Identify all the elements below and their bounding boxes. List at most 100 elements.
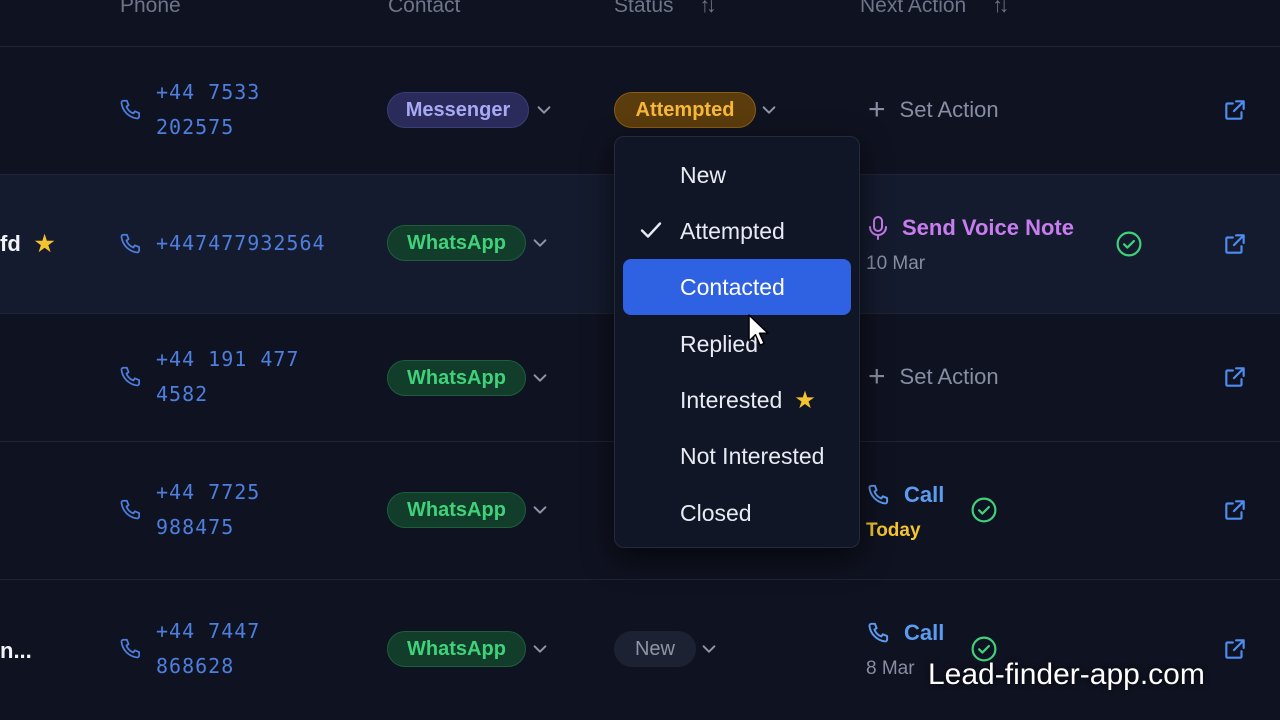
phone-number[interactable]: +447477932564 [156, 226, 326, 261]
phone-line: +44 7533 [156, 80, 261, 104]
header-contact[interactable]: Contact [388, 0, 460, 18]
status-option-replied[interactable]: Replied [623, 316, 851, 372]
lead-name-text: fd [0, 231, 21, 256]
phone-line: +44 7447 [156, 619, 261, 643]
plus-icon: + [868, 360, 886, 393]
chevron-down-icon[interactable] [531, 234, 549, 252]
phone-icon [120, 499, 140, 520]
phone-number[interactable]: +44 7447 868628 [156, 614, 260, 684]
phone-icon [120, 233, 140, 254]
microphone-icon [869, 216, 887, 240]
status-badge[interactable]: New [614, 631, 696, 667]
next-action-label: Call [904, 482, 945, 507]
chevron-down-icon[interactable] [700, 640, 718, 658]
phone-icon [868, 484, 889, 505]
contact-badge-label: WhatsApp [407, 498, 506, 521]
mouse-cursor-icon [748, 314, 769, 346]
phone-line: +44 191 477 [156, 347, 300, 371]
status-option-label: New [680, 161, 727, 188]
status-option-label: Closed [680, 499, 752, 526]
lead-name[interactable]: fd ★ [0, 231, 55, 257]
status-option-contacted[interactable]: Contacted [623, 259, 851, 315]
header-next-action[interactable]: Next Action ↑↓ [860, 0, 1009, 18]
next-action-date: 8 Mar [866, 658, 915, 679]
status-option-not-interested[interactable]: Not Interested [623, 428, 851, 484]
checkmark-icon [640, 222, 662, 238]
status-badge[interactable]: Attempted [614, 92, 756, 128]
contact-badge[interactable]: WhatsApp [387, 631, 526, 667]
next-action-label: Call [904, 620, 945, 645]
table-header: Phone Contact Status ↑↓ Next Action ↑↓ [0, 0, 1280, 47]
external-link-icon[interactable] [1222, 231, 1248, 257]
phone-line: +44 7725 [156, 480, 261, 504]
contact-badge[interactable]: WhatsApp [387, 492, 526, 528]
next-action-label: Send Voice Note [902, 215, 1074, 240]
watermark-text: Lead-finder-app.com [928, 658, 1205, 691]
status-option-label: Interested [680, 386, 783, 413]
status-dropdown-menu: New Attempted Contacted Replied Interest… [614, 136, 860, 548]
lead-name[interactable]: n... [0, 638, 32, 664]
phone-icon [868, 622, 889, 643]
set-action-button[interactable]: + Set Action [868, 93, 999, 126]
phone-line: 4582 [156, 382, 209, 406]
set-action-button[interactable]: + Set Action [868, 360, 999, 393]
contact-badge-label: Messenger [405, 98, 511, 121]
next-action-date: 10 Mar [866, 253, 926, 274]
leads-table-page: Phone Contact Status ↑↓ Next Action ↑↓ +… [0, 0, 1280, 720]
external-link-icon[interactable] [1222, 97, 1248, 123]
contact-badge-label: WhatsApp [407, 231, 506, 254]
next-action-title[interactable]: Call [866, 482, 944, 508]
phone-line: 202575 [156, 115, 235, 139]
chevron-down-icon[interactable] [531, 501, 549, 519]
header-phone[interactable]: Phone [120, 0, 181, 18]
phone-icon [120, 99, 140, 120]
status-option-interested[interactable]: Interested ★ [623, 372, 851, 428]
lead-name-text: n... [0, 638, 32, 663]
header-phone-label: Phone [120, 0, 181, 17]
phone-line: +447477932564 [156, 231, 326, 255]
external-link-icon[interactable] [1222, 497, 1248, 523]
contact-badge-label: WhatsApp [407, 637, 506, 660]
chevron-down-icon[interactable] [531, 640, 549, 658]
status-option-label: Contacted [680, 273, 785, 300]
set-action-label: Set Action [899, 364, 999, 389]
contact-badge-label: WhatsApp [407, 366, 506, 389]
header-status-label: Status [614, 0, 674, 17]
status-badge-label: Attempted [635, 98, 735, 121]
sort-icon[interactable]: ↑↓ [992, 0, 1009, 18]
sort-icon[interactable]: ↑↓ [700, 0, 717, 18]
phone-line: 868628 [156, 654, 235, 678]
plus-icon: + [868, 93, 886, 126]
header-contact-label: Contact [388, 0, 461, 17]
status-option-closed[interactable]: Closed [623, 485, 851, 541]
status-option-label: Attempted [680, 217, 785, 244]
next-action-title[interactable]: Send Voice Note [866, 215, 1074, 241]
header-next-action-label: Next Action [860, 0, 967, 17]
chevron-down-icon[interactable] [531, 369, 549, 387]
phone-icon [120, 366, 140, 387]
check-circle-icon[interactable] [1116, 231, 1142, 257]
star-icon: ★ [794, 386, 816, 414]
header-status[interactable]: Status ↑↓ [614, 0, 717, 18]
status-option-label: Not Interested [680, 442, 825, 469]
next-action-date: Today [866, 520, 921, 541]
status-badge-label: New [634, 637, 675, 660]
next-action-title[interactable]: Call [866, 620, 944, 646]
table-row[interactable]: n... +44 7447 868628 WhatsApp New Call 8… [0, 580, 1280, 720]
phone-number[interactable]: +44 7533 202575 [156, 75, 260, 145]
set-action-label: Set Action [899, 97, 999, 122]
contact-badge[interactable]: Messenger [387, 92, 529, 128]
phone-icon [120, 638, 140, 659]
phone-line: 988475 [156, 515, 235, 539]
status-option-attempted[interactable]: Attempted [623, 203, 851, 259]
external-link-icon[interactable] [1222, 364, 1248, 390]
chevron-down-icon[interactable] [535, 101, 553, 119]
status-option-new[interactable]: New [623, 147, 851, 203]
contact-badge[interactable]: WhatsApp [387, 225, 526, 261]
check-circle-icon[interactable] [971, 497, 997, 523]
contact-badge[interactable]: WhatsApp [387, 360, 526, 396]
phone-number[interactable]: +44 7725 988475 [156, 475, 260, 545]
chevron-down-icon[interactable] [760, 101, 778, 119]
external-link-icon[interactable] [1222, 636, 1248, 662]
phone-number[interactable]: +44 191 477 4582 [156, 342, 299, 412]
